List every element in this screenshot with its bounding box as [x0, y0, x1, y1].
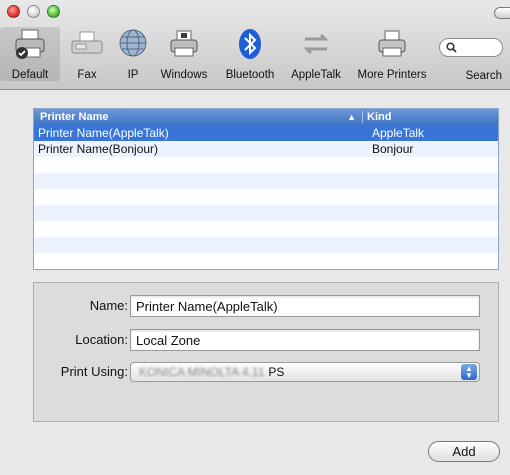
list-item[interactable]: Printer Name(AppleTalk) AppleTalk [34, 125, 498, 141]
list-item[interactable]: Printer Name(Bonjour) Bonjour [34, 141, 498, 157]
list-header: Printer Name ▲ Kind [34, 109, 498, 125]
toolbar: Default Fax IP Windows Bluetooth AppleTa… [0, 0, 510, 90]
list-row-empty [34, 205, 498, 221]
search-label: Search [465, 70, 502, 82]
toolbar-item-ip[interactable]: IP [113, 27, 153, 81]
add-printer-window: Default Fax IP Windows Bluetooth AppleTa… [0, 0, 510, 475]
toolbar-item-more-printers[interactable]: More Printers [353, 27, 431, 81]
minimize-button[interactable] [27, 5, 40, 18]
bluetooth-icon [232, 27, 268, 61]
toolbar-toggle-button[interactable] [494, 7, 510, 19]
list-row-empty [34, 189, 498, 205]
list-body: Printer Name(AppleTalk) AppleTalk Printe… [34, 125, 498, 269]
print-using-label: Print Using: [60, 364, 128, 379]
toolbar-item-default[interactable]: Default [0, 27, 60, 81]
printer-default-icon [12, 27, 48, 61]
column-header-printer-name[interactable]: Printer Name ▲ [34, 111, 362, 123]
list-row-empty [34, 157, 498, 173]
search-icon [446, 42, 457, 53]
toolbar-item-windows[interactable]: Windows [159, 27, 209, 81]
location-field[interactable]: Local Zone [130, 329, 480, 351]
print-using-popup[interactable]: KONICA MINOLTA 4.11 PS ▲ ▼ [130, 362, 480, 382]
toolbar-item-bluetooth[interactable]: Bluetooth [220, 27, 280, 81]
printer-list: Printer Name ▲ Kind Printer Name(AppleTa… [33, 108, 499, 270]
fax-icon [69, 27, 105, 61]
sort-ascending-icon: ▲ [347, 112, 356, 122]
add-button[interactable]: Add [428, 441, 500, 462]
search-input[interactable] [439, 38, 503, 57]
name-label: Name: [89, 298, 128, 313]
more-printers-icon [374, 27, 410, 61]
appletalk-icon [298, 27, 334, 61]
printer-driver-name-blurred: KONICA MINOLTA 4.11 [139, 365, 265, 379]
popup-arrows-icon: ▲ ▼ [461, 364, 477, 380]
window-controls [7, 5, 60, 18]
globe-icon [115, 27, 151, 61]
column-header-kind[interactable]: Kind [362, 111, 498, 123]
list-row-empty [34, 173, 498, 189]
list-row-empty [34, 221, 498, 237]
windows-printer-icon [166, 27, 202, 61]
name-field[interactable]: Printer Name(AppleTalk) [130, 295, 480, 317]
close-button[interactable] [7, 5, 20, 18]
list-row-empty [34, 253, 498, 269]
toolbar-item-fax[interactable]: Fax [67, 27, 107, 81]
toolbar-item-appletalk[interactable]: AppleTalk [286, 27, 346, 81]
printer-details-panel: Name: Printer Name(AppleTalk) Location: … [33, 282, 499, 422]
list-row-empty [34, 237, 498, 253]
zoom-button[interactable] [47, 5, 60, 18]
location-label: Location: [75, 332, 128, 347]
